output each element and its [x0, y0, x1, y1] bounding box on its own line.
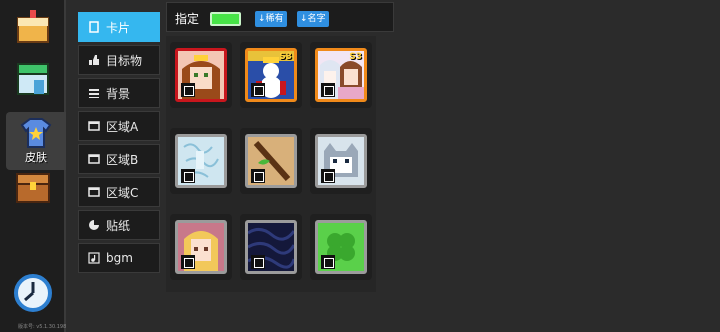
sidebar-item-clock[interactable]: [10, 272, 56, 318]
select-checkbox[interactable]: [321, 255, 335, 269]
sidebar-item-chest[interactable]: [10, 166, 56, 212]
grid-cell[interactable]: [170, 128, 232, 194]
tab-area-b[interactable]: 区域B: [78, 144, 160, 174]
season-badge: S3: [279, 52, 292, 62]
stick-card[interactable]: [245, 134, 297, 188]
tab-label: bgm: [106, 251, 133, 265]
cat-card[interactable]: [315, 134, 367, 188]
grid-cell[interactable]: [240, 214, 302, 280]
grid-cell[interactable]: S3: [240, 42, 302, 108]
version-text: 版本号: v5.1.30.198: [18, 324, 67, 330]
tab-card[interactable]: 卡片: [78, 12, 160, 42]
select-checkbox[interactable]: [251, 169, 265, 183]
tab-area-c[interactable]: 区域C: [78, 177, 160, 207]
grid-cell[interactable]: [310, 128, 372, 194]
card-icon: [88, 21, 100, 33]
tab-label: 区域B: [106, 152, 139, 167]
tab-bgm[interactable]: bgm: [78, 243, 160, 273]
tab-label: 目标物: [106, 53, 143, 68]
select-checkbox[interactable]: [321, 169, 335, 183]
grid-cell[interactable]: [240, 128, 302, 194]
filter-title: 指定: [175, 12, 200, 26]
tab-sticker[interactable]: 贴纸: [78, 210, 160, 240]
sticker-icon: [88, 219, 100, 231]
sort-name-button[interactable]: ↓名字: [297, 11, 329, 27]
frost-card[interactable]: [175, 134, 227, 188]
filter-bar: 指定 ↓稀有 ↓名字: [166, 2, 394, 32]
tab-area-a[interactable]: 区域A: [78, 111, 160, 141]
anime-girl-card[interactable]: S3: [315, 48, 367, 102]
shirt-icon: [18, 117, 54, 153]
clock-icon: [13, 273, 53, 317]
season-badge: S3: [349, 52, 362, 62]
shop-icon: [14, 60, 52, 102]
princess-card[interactable]: [175, 48, 227, 102]
clover-card[interactable]: [315, 220, 367, 274]
music-icon: [88, 252, 100, 264]
select-checkbox[interactable]: [181, 255, 195, 269]
select-checkbox[interactable]: [251, 255, 265, 269]
area-icon: [88, 186, 100, 198]
specify-toggle[interactable]: [210, 12, 241, 26]
sidebar: 皮肤 版本号: v5.1.30.198: [0, 0, 66, 332]
category-tabs: 卡片 目标物 背景 区域A 区域B 区域C 贴纸 bgm: [78, 12, 160, 276]
area-icon: [88, 153, 100, 165]
tab-target[interactable]: 目标物: [78, 45, 160, 75]
select-checkbox[interactable]: [181, 169, 195, 183]
tab-label: 卡片: [106, 20, 131, 35]
sidebar-item-shop[interactable]: [10, 58, 56, 104]
tab-label: 区域C: [106, 185, 139, 200]
sort-rarity-button[interactable]: ↓稀有: [255, 11, 287, 27]
blonde-girl-card[interactable]: [175, 220, 227, 274]
grid-cell[interactable]: [310, 214, 372, 280]
grid-cell[interactable]: [170, 42, 232, 108]
tab-label: 区域A: [106, 119, 139, 134]
tab-label: 背景: [106, 86, 131, 101]
night-wave-card[interactable]: [245, 220, 297, 274]
sidebar-item-label: 皮肤: [25, 151, 47, 164]
snowman-king-card[interactable]: S3: [245, 48, 297, 102]
select-checkbox[interactable]: [181, 83, 195, 97]
item-grid: S3 S3: [166, 36, 376, 292]
cake-icon: [14, 8, 52, 50]
background-icon: [88, 87, 100, 99]
sidebar-item-cake[interactable]: [10, 6, 56, 52]
thumb-icon: [88, 54, 100, 66]
select-checkbox[interactable]: [321, 83, 335, 97]
tab-label: 贴纸: [106, 218, 131, 233]
area-icon: [88, 120, 100, 132]
tab-background[interactable]: 背景: [78, 78, 160, 108]
grid-cell[interactable]: S3: [310, 42, 372, 108]
select-checkbox[interactable]: [251, 83, 265, 97]
chest-icon: [14, 168, 52, 210]
sidebar-item-skin[interactable]: 皮肤: [6, 112, 66, 170]
grid-cell[interactable]: [170, 214, 232, 280]
